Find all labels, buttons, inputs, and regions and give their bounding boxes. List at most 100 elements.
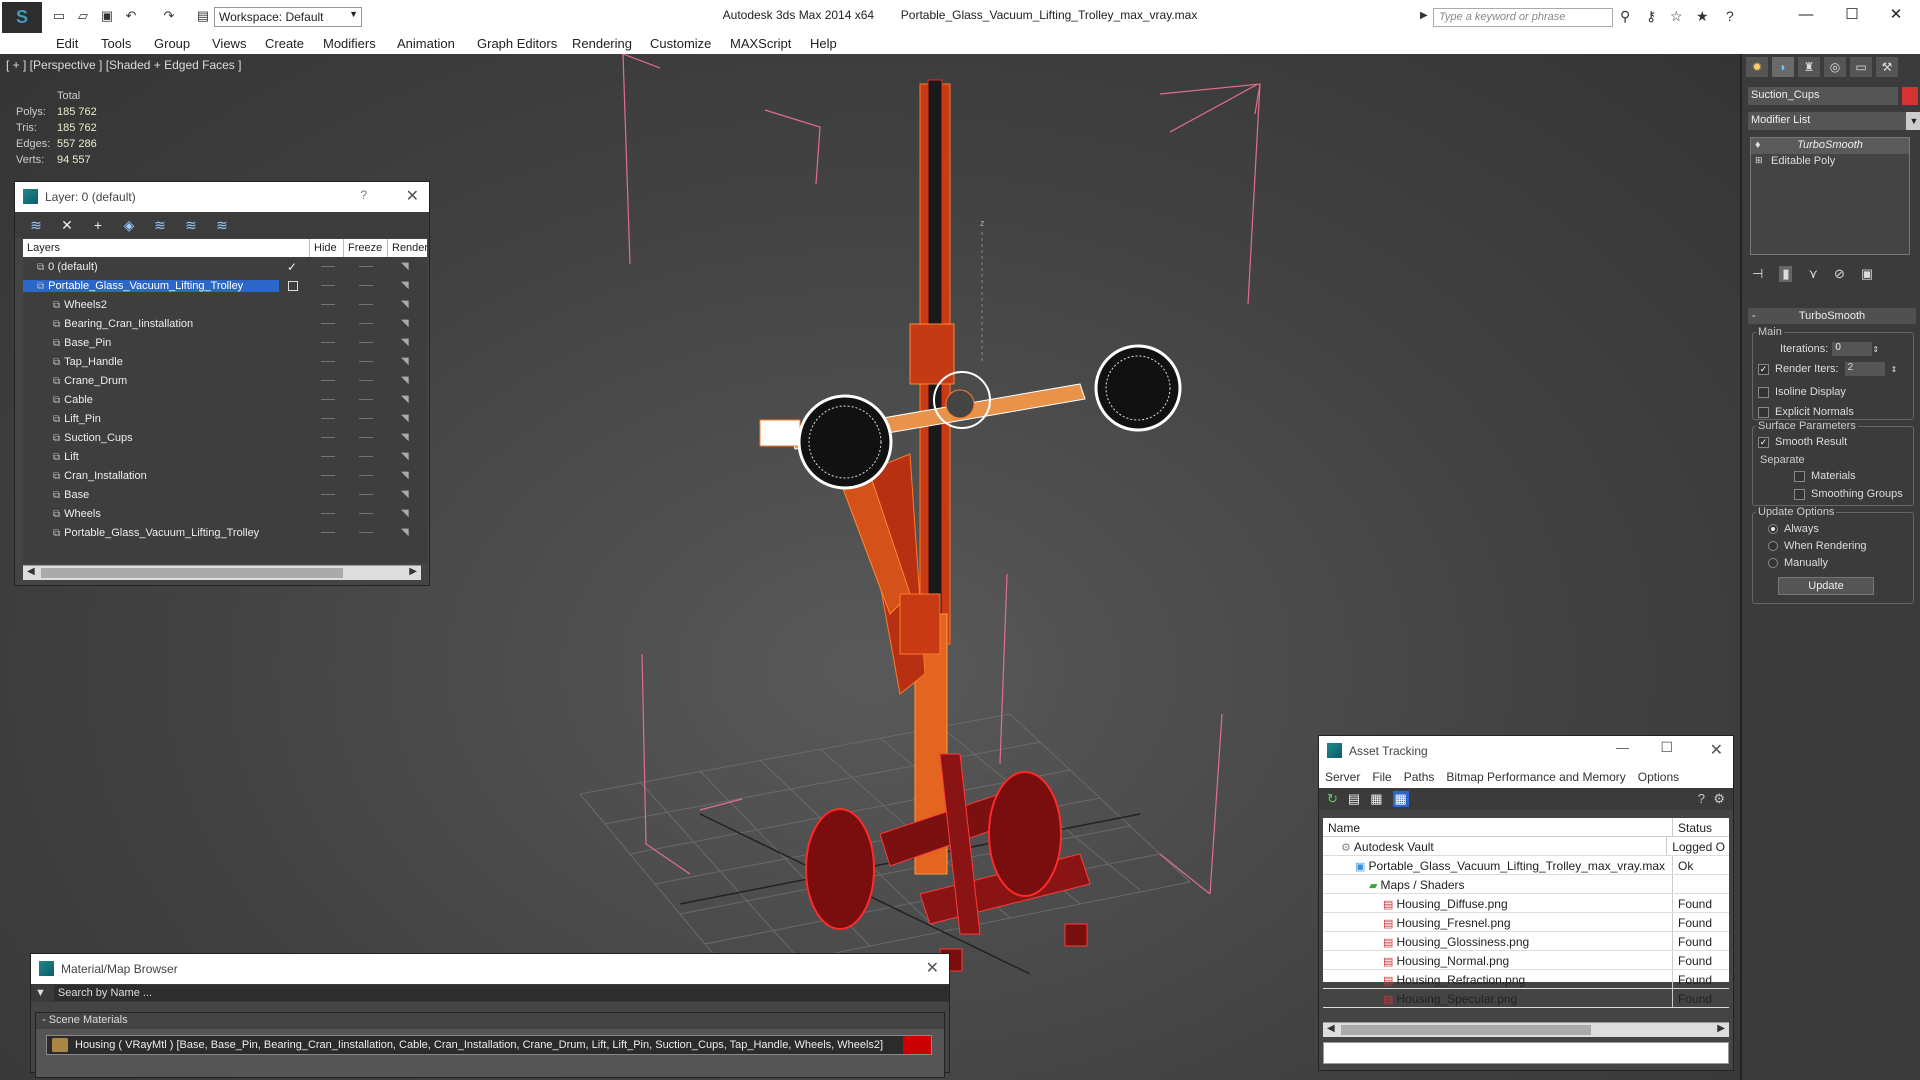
column-render[interactable]: Render <box>387 239 428 257</box>
viewport-label[interactable]: [ + ] [Perspective ] [Shaded + Edged Fac… <box>6 58 241 72</box>
render-teapot-icon[interactable]: ◥ <box>401 299 409 310</box>
help-icon[interactable]: ? <box>1726 8 1734 24</box>
menu-create[interactable]: Create <box>265 36 304 51</box>
render-teapot-icon[interactable]: ◥ <box>401 527 409 538</box>
layer-name-cell[interactable]: ⧉ Lift <box>23 451 279 463</box>
hide-toggle[interactable]: —— <box>321 263 335 270</box>
render-teapot-icon[interactable]: ◥ <box>401 375 409 386</box>
scroll-left-icon[interactable]: ◀ <box>27 566 35 577</box>
menu-edit[interactable]: Edit <box>56 36 78 51</box>
menu-file[interactable]: File <box>1372 770 1391 788</box>
render-iters-value[interactable]: 2 <box>1844 362 1885 376</box>
thumbnail-view-icon[interactable]: ▦ <box>1370 791 1382 807</box>
column-status[interactable]: Status <box>1673 818 1717 836</box>
minimize-icon[interactable]: — <box>1786 4 1826 26</box>
turbosmooth-rollout-header[interactable]: - TurboSmooth <box>1748 308 1916 324</box>
project-folder-icon[interactable]: ▤ <box>194 8 212 24</box>
modify-tab-icon[interactable]: ◗ <box>1772 57 1794 77</box>
object-name-field[interactable]: Suction_Cups <box>1748 87 1898 105</box>
binoculars-icon[interactable]: ⚲ <box>1620 8 1630 25</box>
set-current-layer-box[interactable] <box>288 280 298 291</box>
freeze-toggle[interactable]: —— <box>359 510 373 517</box>
settings-icon[interactable]: ⚙ <box>1713 791 1725 807</box>
scene-materials-header[interactable]: - Scene Materials <box>36 1013 944 1029</box>
hide-toggle[interactable]: —— <box>321 377 335 384</box>
favorites-icon[interactable]: ☆ <box>1670 8 1683 25</box>
scroll-right-icon[interactable]: ▶ <box>409 566 417 577</box>
hide-toggle[interactable]: —— <box>321 396 335 403</box>
materials-checkbox[interactable] <box>1794 470 1805 482</box>
key-icon[interactable]: ⚷ <box>1646 8 1656 25</box>
close-icon[interactable]: ✕ <box>926 958 939 978</box>
maximize-icon[interactable]: ☐ <box>1832 4 1872 26</box>
explicit-normals-option[interactable]: Explicit Normals <box>1758 406 1854 418</box>
manually-radio[interactable] <box>1768 558 1778 568</box>
layer-row[interactable]: ⧉ Wheels2 —— —— ◥ <box>23 295 427 314</box>
smoothing-groups-checkbox[interactable] <box>1794 488 1805 500</box>
hierarchy-tab-icon[interactable]: ♜ <box>1798 57 1820 77</box>
hide-toggle[interactable]: —— <box>321 510 335 517</box>
layer-name-cell[interactable]: ⧉ Portable_Glass_Vacuum_Lifting_Trolley <box>23 527 279 539</box>
asset-path-field[interactable] <box>1323 1042 1729 1064</box>
options-arrow-icon[interactable]: ▼ <box>35 987 46 999</box>
layer-row[interactable]: ⧉ Cran_Installation —— —— ◥ <box>23 466 427 485</box>
freeze-toggle[interactable]: —— <box>359 358 373 365</box>
freeze-toggle[interactable]: —— <box>359 529 373 536</box>
delete-layer-icon[interactable]: ✕ <box>58 217 76 234</box>
materials-option[interactable]: Materials <box>1794 470 1856 482</box>
layer-row[interactable]: ⧉ Crane_Drum —— —— ◥ <box>23 371 427 390</box>
expand-arrow-icon[interactable]: ▶ <box>1420 10 1428 21</box>
layer-row[interactable]: ⧉ Lift_Pin —— —— ◥ <box>23 409 427 428</box>
render-iters-checkbox[interactable]: ✓ <box>1758 363 1769 375</box>
pin-stack-icon[interactable]: ⊣ <box>1752 266 1763 282</box>
layer-row[interactable]: ⧉ Bearing_Cran_Iinstallation —— —— ◥ <box>23 314 427 333</box>
modifier-list-dropdown[interactable]: Modifier List ▼ <box>1748 112 1920 130</box>
menu-bitmap-performance[interactable]: Bitmap Performance and Memory <box>1446 770 1625 788</box>
render-teapot-icon[interactable]: ◥ <box>401 394 409 405</box>
horizontal-scrollbar[interactable]: ◀ ▶ <box>23 565 421 580</box>
asset-row[interactable]: ▤ Housing_Fresnel.png Found <box>1323 913 1729 932</box>
always-radio[interactable] <box>1768 524 1778 534</box>
freeze-toggle[interactable]: —— <box>359 453 373 460</box>
save-file-icon[interactable]: ▣ <box>98 8 116 24</box>
close-icon[interactable]: ✕ <box>1876 4 1916 26</box>
update-manually-option[interactable]: Manually <box>1768 557 1828 569</box>
freeze-toggle[interactable]: —— <box>359 282 373 289</box>
remove-modifier-icon[interactable]: ⊘ <box>1834 266 1845 282</box>
layer-row[interactable]: ⧉ Lift —— —— ◥ <box>23 447 427 466</box>
material-item-housing[interactable]: Housing ( VRayMtl ) [Base, Base_Pin, Bea… <box>46 1035 932 1055</box>
asset-row[interactable]: ▤ Housing_Normal.png Found <box>1323 951 1729 970</box>
update-button[interactable]: Update <box>1778 577 1874 595</box>
explicit-normals-checkbox[interactable] <box>1758 406 1769 418</box>
configure-modifier-sets-icon[interactable]: ▣ <box>1861 266 1873 282</box>
hide-toggle[interactable]: —— <box>321 320 335 327</box>
redo-icon[interactable]: ↷ <box>160 8 178 24</box>
layer-name-cell[interactable]: ⧉ Portable_Glass_Vacuum_Lifting_Trolley <box>23 279 279 292</box>
asset-row[interactable]: ⚙ Autodesk Vault Logged O <box>1323 837 1729 856</box>
hide-toggle[interactable]: —— <box>321 434 335 441</box>
freeze-toggle[interactable]: —— <box>359 434 373 441</box>
smooth-result-checkbox[interactable]: ✓ <box>1758 436 1769 448</box>
search-input[interactable]: Type a keyword or phrase <box>1433 8 1613 27</box>
refresh-icon[interactable]: ↻ <box>1327 791 1338 807</box>
layer-row[interactable]: ⧉ Base —— —— ◥ <box>23 485 427 504</box>
list-view-icon[interactable]: ▤ <box>1348 791 1360 807</box>
layer-row[interactable]: ⧉ Base_Pin —— —— ◥ <box>23 333 427 352</box>
show-end-result-icon[interactable]: ▮ <box>1779 266 1793 282</box>
help-icon[interactable]: ? <box>360 188 367 202</box>
add-to-layer-icon[interactable]: + <box>89 217 107 233</box>
workspace-selector[interactable]: Workspace: Default ▼ <box>214 7 362 27</box>
menu-views[interactable]: Views <box>212 36 246 51</box>
minimize-icon[interactable]: — <box>1616 740 1629 755</box>
menu-animation[interactable]: Animation <box>397 36 455 51</box>
asset-row[interactable]: ▤ Housing_Refraction.png Found <box>1323 970 1729 989</box>
freeze-toggle[interactable]: —— <box>359 491 373 498</box>
utilities-tab-icon[interactable]: ⚒ <box>1876 57 1898 77</box>
bulb-icon[interactable]: ♦ <box>1755 139 1761 151</box>
hide-toggle[interactable]: —— <box>321 453 335 460</box>
smoothing-groups-option[interactable]: Smoothing Groups <box>1794 488 1903 500</box>
close-icon[interactable]: ✕ <box>1710 740 1723 760</box>
layer-dialog-titlebar[interactable]: Layer: 0 (default) ? ✕ <box>15 182 429 212</box>
menu-tools[interactable]: Tools <box>101 36 131 51</box>
column-layers[interactable]: Layers <box>23 239 279 257</box>
